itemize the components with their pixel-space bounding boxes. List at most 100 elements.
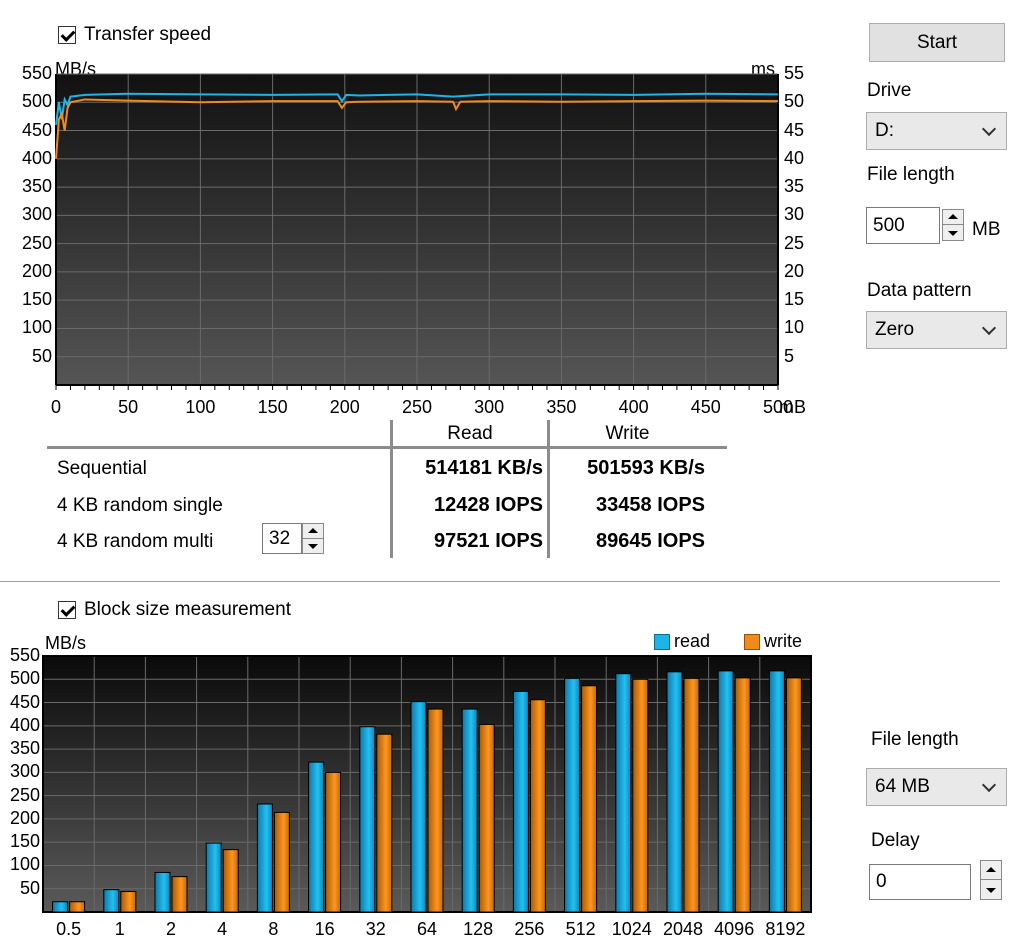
chevron-down-icon xyxy=(981,777,997,793)
y2-tick-label: 50 xyxy=(784,91,805,112)
bar-write-128 xyxy=(478,723,495,913)
x-tick-label: 200 xyxy=(329,397,360,417)
file-length-spinner[interactable] xyxy=(942,209,964,241)
y-tick-label: 350 xyxy=(9,738,40,759)
y-tick-label: 500 xyxy=(21,91,52,112)
bar-read-64 xyxy=(410,701,427,913)
random-multi-write-value: 89645 IOPS xyxy=(596,530,705,552)
x-tick-label: 0 xyxy=(50,397,61,417)
y-tick-label: 50 xyxy=(19,877,40,898)
bar-write-4 xyxy=(222,849,239,913)
y-tick-label: 450 xyxy=(9,691,40,712)
x-tick-label: 350 xyxy=(546,397,577,417)
bar-read-1024 xyxy=(615,673,632,913)
write-header: Write xyxy=(605,423,650,444)
y2-tick-label: 10 xyxy=(784,317,805,338)
block-file-length-value: 64 MB xyxy=(875,776,930,797)
data-pattern-select-value: Zero xyxy=(875,319,915,340)
random-single-read-value: 12428 IOPS xyxy=(434,494,543,516)
y-tick-label: 300 xyxy=(9,761,40,782)
y-tick-label: 350 xyxy=(21,176,52,197)
drive-select-value: D: xyxy=(875,120,894,141)
bar-read-32 xyxy=(359,726,376,913)
spin-up-icon[interactable] xyxy=(943,210,963,225)
y-tick-label: 500 xyxy=(9,668,40,689)
sequential-label: Sequential xyxy=(57,458,147,479)
y-tick-label: 100 xyxy=(9,854,40,875)
bar-read-4096 xyxy=(717,670,734,913)
file-length-input[interactable]: 500 xyxy=(866,207,940,244)
bar-read-2 xyxy=(154,871,171,913)
spin-up-icon[interactable] xyxy=(981,861,1001,880)
chevron-down-icon xyxy=(981,320,997,336)
x-tick-label: 150 xyxy=(257,397,288,417)
x-tick-label: 250 xyxy=(401,397,433,417)
spin-down-icon[interactable] xyxy=(981,880,1001,899)
spin-up-icon[interactable] xyxy=(303,524,323,539)
y2-tick-label: 35 xyxy=(784,176,805,197)
sequential-write-value: 501593 KB/s xyxy=(587,457,705,479)
y2-tick-label: 40 xyxy=(784,147,805,168)
transfer-x-unit: mB xyxy=(779,397,806,417)
y2-tick-label: 45 xyxy=(784,119,805,140)
delay-spinner[interactable] xyxy=(980,860,1002,900)
queue-depth-spinner[interactable] xyxy=(302,523,324,554)
y2-tick-label: 15 xyxy=(784,289,805,310)
bar-read-2048 xyxy=(666,671,683,913)
x-tick-label: 450 xyxy=(690,397,721,417)
bar-write-2048 xyxy=(683,677,700,913)
drive-select[interactable]: D: xyxy=(866,112,1007,150)
queue-depth-input[interactable]: 32 xyxy=(262,523,302,554)
x-tick-label: 400 xyxy=(618,397,649,417)
file-length-unit: MB xyxy=(972,219,1001,240)
y-tick-label: 150 xyxy=(9,831,40,852)
bar-write-8 xyxy=(273,811,290,913)
y-tick-label: 50 xyxy=(31,345,52,366)
read-header: Read xyxy=(447,423,493,444)
block-size-chart xyxy=(42,655,812,913)
y-tick-label: 550 xyxy=(21,63,52,83)
y-tick-label: 250 xyxy=(9,784,40,805)
random-multi-label: 4 KB random multi xyxy=(57,531,214,552)
section-separator xyxy=(0,581,1000,582)
bar-read-256 xyxy=(512,690,529,913)
bar-read-1 xyxy=(103,889,120,913)
start-button[interactable]: Start xyxy=(869,23,1005,62)
bar-read-16 xyxy=(308,761,325,913)
y-tick-label: 100 xyxy=(21,317,52,338)
delay-input[interactable]: 0 xyxy=(869,864,971,900)
random-single-label: 4 KB random single xyxy=(57,495,223,516)
bar-write-2 xyxy=(171,876,188,913)
y-tick-label: 200 xyxy=(21,260,52,281)
y-tick-label: 400 xyxy=(9,714,40,735)
bar-read-4 xyxy=(205,842,222,913)
bar-read-8192 xyxy=(768,670,785,913)
block-file-length-label: File length xyxy=(871,729,959,750)
x-tick-label: 300 xyxy=(474,397,505,417)
sequential-read-value: 514181 KB/s xyxy=(425,457,543,479)
data-pattern-select[interactable]: Zero xyxy=(866,311,1007,349)
y-tick-label: 150 xyxy=(21,289,52,310)
y-tick-label: 250 xyxy=(21,232,52,253)
spin-down-icon[interactable] xyxy=(303,539,323,554)
spin-down-icon[interactable] xyxy=(943,225,963,240)
random-multi-read-value: 97521 IOPS xyxy=(434,530,543,552)
x-tick-label: 100 xyxy=(185,397,216,417)
bar-write-1 xyxy=(120,891,137,913)
y2-tick-label: 5 xyxy=(784,345,795,366)
results-divider xyxy=(47,446,727,449)
bar-write-512 xyxy=(581,685,598,913)
bar-read-128 xyxy=(461,708,478,913)
bar-write-0.5 xyxy=(69,901,86,913)
bar-write-256 xyxy=(529,699,546,913)
block-file-length-select[interactable]: 64 MB xyxy=(866,768,1007,806)
random-single-write-value: 33458 IOPS xyxy=(596,494,705,516)
bar-read-0.5 xyxy=(52,901,69,913)
bar-write-4096 xyxy=(734,677,751,913)
y-tick-label: 400 xyxy=(21,147,52,168)
y-tick-label: 450 xyxy=(21,119,52,140)
y-tick-label: 200 xyxy=(9,807,40,828)
bar-read-512 xyxy=(564,677,581,913)
file-length-label: File length xyxy=(867,164,955,185)
bar-write-64 xyxy=(427,708,444,913)
